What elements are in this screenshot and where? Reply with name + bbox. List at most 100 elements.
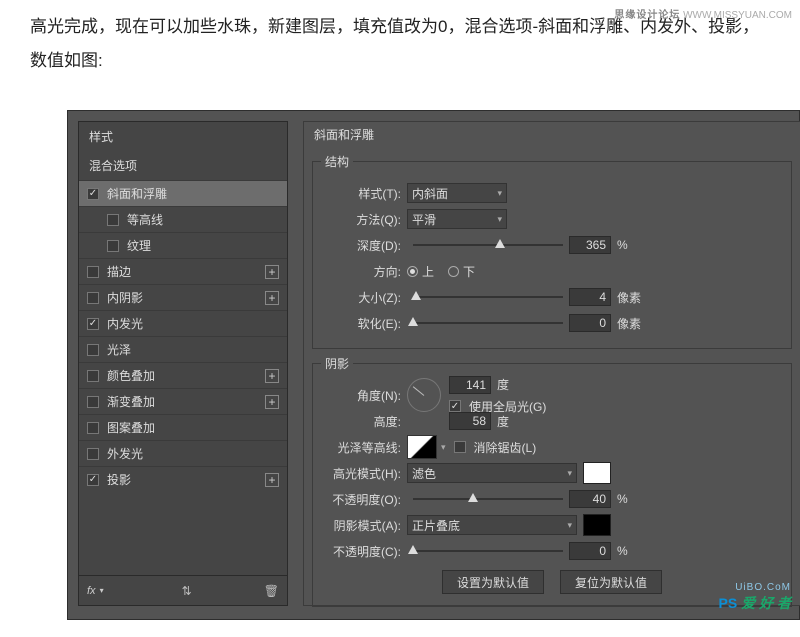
- add-instance-icon[interactable]: +: [265, 369, 279, 383]
- antialias-checkbox[interactable]: [454, 441, 466, 453]
- style-checkbox[interactable]: [107, 214, 119, 226]
- style-item-0[interactable]: 斜面和浮雕: [79, 180, 287, 206]
- depth-unit: %: [617, 238, 628, 252]
- style-label: 外发光: [107, 445, 143, 462]
- hopacity-unit: %: [617, 492, 628, 506]
- fx-icon[interactable]: fx: [87, 585, 96, 597]
- hmode-label: 高光模式(H):: [321, 465, 407, 482]
- depth-input[interactable]: [569, 236, 611, 254]
- style-checkbox[interactable]: [87, 448, 99, 460]
- altitude-input[interactable]: [449, 412, 491, 430]
- soften-label: 软化(E):: [321, 315, 407, 332]
- style-label: 样式(T):: [321, 185, 407, 202]
- style-item-10[interactable]: 外发光: [79, 440, 287, 466]
- style-label: 图案叠加: [107, 419, 155, 436]
- shadow-legend: 阴影: [321, 355, 353, 372]
- angle-unit: 度: [497, 376, 509, 393]
- contour-picker[interactable]: [407, 435, 437, 459]
- add-instance-icon[interactable]: +: [265, 265, 279, 279]
- smode-color-swatch[interactable]: [583, 514, 611, 536]
- hopacity-label: 不透明度(O):: [321, 491, 407, 508]
- smode-dropdown[interactable]: 正片叠底▾: [407, 515, 577, 535]
- style-label: 内阴影: [107, 289, 143, 306]
- panel-title: 斜面和浮雕: [304, 122, 800, 147]
- contour-label: 光泽等高线:: [321, 439, 407, 456]
- styles-title: 样式: [79, 122, 287, 151]
- style-checkbox[interactable]: [87, 370, 99, 382]
- hmode-dropdown[interactable]: 滤色▾: [407, 463, 577, 483]
- style-label: 光泽: [107, 341, 131, 358]
- style-item-8[interactable]: 渐变叠加 +: [79, 388, 287, 414]
- style-item-3[interactable]: 描边 +: [79, 258, 287, 284]
- style-item-2[interactable]: 纹理: [79, 232, 287, 258]
- structure-group: 结构 样式(T): 内斜面▾ 方法(Q): 平滑▾ 深度(D): % 方向: 上…: [312, 153, 792, 349]
- hmode-color-swatch[interactable]: [583, 462, 611, 484]
- style-item-11[interactable]: 投影 +: [79, 466, 287, 492]
- style-checkbox[interactable]: [87, 188, 99, 200]
- style-dropdown[interactable]: 内斜面▾: [407, 183, 507, 203]
- style-item-7[interactable]: 颜色叠加+: [79, 362, 287, 388]
- sopacity-label: 不透明度(C):: [321, 543, 407, 560]
- watermark-top: 思缘设计论坛 WWW.MISSYUAN.COM: [614, 6, 792, 21]
- watermark-url: UiBO.CoM: [735, 582, 791, 593]
- styles-footer: fx ▾ ⇅ 🗑: [79, 575, 287, 605]
- soften-input[interactable]: [569, 314, 611, 332]
- contour-menu-icon[interactable]: ▾: [441, 442, 446, 453]
- style-label: 描边: [107, 263, 131, 280]
- add-instance-icon[interactable]: +: [265, 291, 279, 305]
- hopacity-input[interactable]: [569, 490, 611, 508]
- style-checkbox[interactable]: [87, 344, 99, 356]
- style-checkbox[interactable]: [107, 240, 119, 252]
- angle-input[interactable]: [449, 376, 491, 394]
- style-label: 斜面和浮雕: [107, 185, 167, 202]
- hopacity-slider[interactable]: [413, 491, 563, 507]
- antialias-label: 消除锯齿(L): [474, 439, 537, 456]
- bevel-panel: 斜面和浮雕 结构 样式(T): 内斜面▾ 方法(Q): 平滑▾ 深度(D): %…: [303, 121, 800, 606]
- style-item-9[interactable]: 图案叠加: [79, 414, 287, 440]
- dir-down-label: 下: [463, 263, 475, 280]
- fx-menu-icon[interactable]: ▾: [100, 586, 104, 595]
- style-checkbox[interactable]: [87, 474, 99, 486]
- style-checkbox[interactable]: [87, 422, 99, 434]
- trash-icon[interactable]: 🗑: [264, 584, 279, 598]
- blend-options-title[interactable]: 混合选项: [79, 151, 287, 180]
- size-label: 大小(Z):: [321, 289, 407, 306]
- style-item-1[interactable]: 等高线: [79, 206, 287, 232]
- altitude-unit: 度: [497, 413, 509, 430]
- style-label: 等高线: [127, 211, 163, 228]
- arrow-up-down-icon[interactable]: ⇅: [182, 584, 192, 598]
- add-instance-icon[interactable]: +: [265, 395, 279, 409]
- style-checkbox[interactable]: [87, 396, 99, 408]
- method-dropdown[interactable]: 平滑▾: [407, 209, 507, 229]
- style-item-5[interactable]: 内发光: [79, 310, 287, 336]
- global-light-checkbox[interactable]: [449, 400, 461, 412]
- depth-slider[interactable]: [413, 237, 563, 253]
- size-slider[interactable]: [413, 289, 563, 305]
- style-checkbox[interactable]: [87, 318, 99, 330]
- layer-style-dialog: 样式 混合选项 斜面和浮雕等高线纹理描边 + 内阴影 + 内发光光泽颜色叠加+ 渐变叠加 +…: [67, 110, 800, 620]
- style-label: 纹理: [127, 237, 151, 254]
- style-label: 渐变叠加: [107, 393, 155, 410]
- reset-default-button[interactable]: 复位为默认值: [560, 570, 662, 594]
- sopacity-input[interactable]: [569, 542, 611, 560]
- soften-slider[interactable]: [413, 315, 563, 331]
- angle-label: 角度(N):: [321, 387, 407, 404]
- style-item-4[interactable]: 内阴影 +: [79, 284, 287, 310]
- structure-legend: 结构: [321, 153, 353, 170]
- shadow-group: 阴影 角度(N): 度 使用全局光(G) 高度:: [312, 355, 792, 607]
- altitude-label: 高度:: [321, 413, 407, 430]
- angle-dial[interactable]: [407, 378, 441, 412]
- direction-up-radio[interactable]: [407, 266, 418, 277]
- smode-label: 阴影模式(A):: [321, 517, 407, 534]
- direction-down-radio[interactable]: [448, 266, 459, 277]
- add-instance-icon[interactable]: +: [265, 473, 279, 487]
- set-default-button[interactable]: 设置为默认值: [442, 570, 544, 594]
- style-checkbox[interactable]: [87, 292, 99, 304]
- style-checkbox[interactable]: [87, 266, 99, 278]
- sopacity-slider[interactable]: [413, 543, 563, 559]
- size-input[interactable]: [569, 288, 611, 306]
- direction-label: 方向:: [321, 263, 407, 280]
- dir-up-label: 上: [422, 263, 434, 280]
- style-item-6[interactable]: 光泽: [79, 336, 287, 362]
- style-label: 投影: [107, 471, 131, 488]
